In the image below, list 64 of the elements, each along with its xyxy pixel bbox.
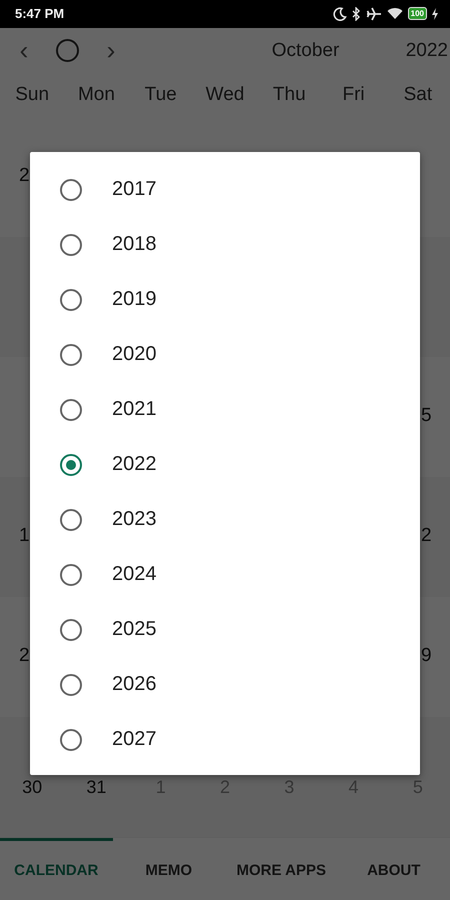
year-option[interactable]: 2022 bbox=[30, 437, 420, 492]
moon-icon bbox=[332, 6, 347, 21]
year-option[interactable]: 2018 bbox=[30, 217, 420, 272]
month-label[interactable]: October bbox=[213, 40, 398, 62]
day-number[interactable]: 30 bbox=[0, 777, 64, 798]
day-number[interactable]: 9 bbox=[421, 645, 432, 668]
weekday-label: Sun bbox=[14, 84, 50, 106]
year-option[interactable]: 2027 bbox=[30, 712, 420, 767]
radio-button[interactable] bbox=[60, 234, 82, 256]
year-option[interactable]: 2025 bbox=[30, 602, 420, 657]
tab[interactable]: MORE APPS bbox=[225, 838, 338, 900]
tab[interactable]: CALENDAR bbox=[0, 838, 112, 900]
weekday-label: Fri bbox=[341, 84, 366, 106]
day-number[interactable]: 2 bbox=[19, 645, 30, 668]
year-label: 2027 bbox=[112, 728, 156, 751]
airplane-icon bbox=[366, 6, 382, 21]
weekday-label: Mon bbox=[76, 84, 116, 106]
radio-button[interactable] bbox=[60, 674, 82, 696]
year-label: 2022 bbox=[112, 453, 156, 476]
year-label: 2017 bbox=[112, 178, 156, 201]
year-option[interactable]: 2023 bbox=[30, 492, 420, 547]
previous-month-button[interactable]: ‹ bbox=[12, 35, 36, 66]
radio-button[interactable] bbox=[60, 508, 82, 530]
year-option[interactable]: 2017 bbox=[30, 162, 420, 217]
year-option[interactable]: 2024 bbox=[30, 547, 420, 602]
charging-icon bbox=[432, 8, 438, 20]
status-time: 5:47 PM bbox=[15, 6, 64, 22]
radio-button[interactable] bbox=[60, 178, 82, 200]
radio-button[interactable] bbox=[60, 564, 82, 586]
year-option[interactable]: 2021 bbox=[30, 382, 420, 437]
year-label: 2024 bbox=[112, 563, 156, 586]
weekday-label: Thu bbox=[272, 84, 307, 106]
year-option[interactable]: 2019 bbox=[30, 272, 420, 327]
bluetooth-icon bbox=[352, 6, 361, 21]
next-month-button[interactable]: › bbox=[99, 35, 123, 66]
year-label: 2021 bbox=[112, 398, 156, 421]
radio-button[interactable] bbox=[60, 728, 82, 750]
year-label: 2025 bbox=[112, 618, 156, 641]
year-label: 2018 bbox=[112, 233, 156, 256]
weekday-label: Sat bbox=[402, 84, 434, 106]
wifi-icon bbox=[386, 7, 403, 20]
weekday-label: Wed bbox=[204, 84, 246, 106]
radio-button[interactable] bbox=[60, 344, 82, 366]
radio-button[interactable] bbox=[60, 288, 82, 310]
radio-button[interactable] bbox=[60, 454, 82, 476]
battery-level: 100 bbox=[410, 10, 424, 18]
radio-button[interactable] bbox=[60, 398, 82, 420]
day-number[interactable]: 2 bbox=[19, 165, 30, 188]
day-number[interactable]: 2 bbox=[421, 525, 432, 548]
tab[interactable]: MEMO bbox=[112, 838, 225, 900]
day-number[interactable]: 31 bbox=[64, 777, 129, 798]
year-option[interactable]: 2020 bbox=[30, 327, 420, 382]
tab[interactable]: ABOUT bbox=[338, 838, 450, 900]
weekday-label: Tue bbox=[144, 84, 178, 106]
year-label: 2026 bbox=[112, 673, 156, 696]
day-number[interactable]: 1 bbox=[19, 525, 30, 548]
year-label: 2020 bbox=[112, 343, 156, 366]
year-option[interactable]: 2026 bbox=[30, 657, 420, 712]
year-label: 2023 bbox=[112, 508, 156, 531]
radio-button[interactable] bbox=[60, 618, 82, 640]
day-number[interactable]: 5 bbox=[421, 405, 432, 428]
year-label[interactable]: 2022 bbox=[398, 40, 448, 62]
year-label: 2019 bbox=[112, 288, 156, 311]
today-button[interactable] bbox=[56, 39, 79, 62]
